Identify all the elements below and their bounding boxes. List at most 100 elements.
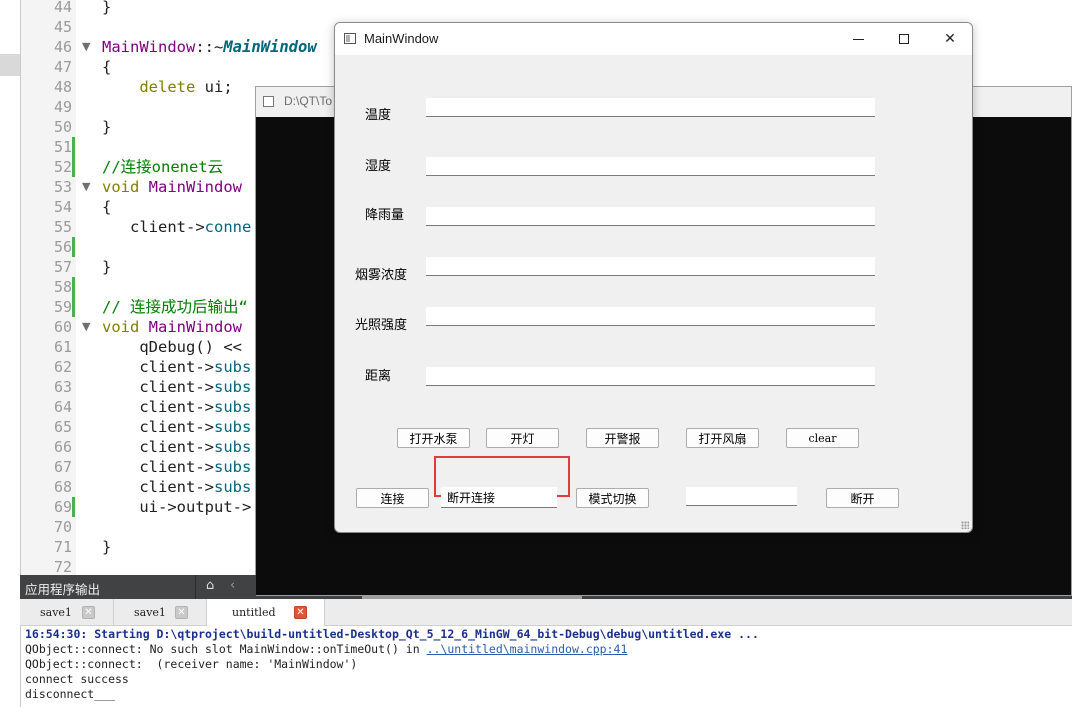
light-on-button[interactable]: 开灯 — [486, 428, 559, 448]
line-number: 64 — [53, 398, 72, 416]
humidity-field[interactable] — [426, 157, 875, 176]
rainfall-field[interactable] — [426, 207, 875, 226]
main-window-titlebar[interactable]: MainWindow ✕ — [335, 23, 972, 55]
code-token: client-> — [102, 418, 214, 436]
tab-label: untitled — [232, 606, 276, 619]
line-number: 59 — [53, 298, 72, 316]
extra-input-field[interactable] — [686, 487, 797, 506]
alarm-on-button[interactable]: 开警报 — [586, 428, 659, 448]
disconnect-label: 断开 — [850, 491, 875, 506]
line-number: 60 — [53, 318, 72, 336]
source-link[interactable]: ..\untitled\mainwindow.cpp:41 — [427, 642, 628, 656]
code-token: delete — [102, 78, 196, 96]
line-number: 71 — [53, 538, 72, 556]
main-window-client: 温度 湿度 降雨量 烟雾浓度 光照强度 距离 打开水泵 开灯 开警报 打开风扇 … — [335, 55, 972, 532]
line-number: 61 — [53, 338, 72, 356]
tab-save1-a[interactable]: save1 ✕ — [20, 599, 114, 626]
line-number: 55 — [53, 218, 72, 236]
fold-arrow-icon[interactable]: ▼ — [82, 317, 90, 337]
code-token: ::~ — [195, 38, 224, 56]
change-marker — [72, 137, 75, 157]
minimize-button[interactable] — [835, 23, 881, 55]
code-line: client->subs — [102, 377, 251, 397]
disconnect-button[interactable]: 断开 — [826, 488, 899, 508]
change-marker — [72, 497, 75, 517]
resize-grip[interactable] — [961, 521, 969, 529]
application-output[interactable]: 16:54:30: Starting D:\qtproject\build-un… — [20, 626, 1072, 707]
label-light-intensity: 光照强度 — [355, 318, 408, 333]
line-number: 65 — [53, 418, 72, 436]
connection-status-field[interactable]: 断开连接 — [441, 487, 557, 508]
code-line: client->conne — [102, 217, 251, 237]
label-temperature: 温度 — [365, 108, 392, 123]
window-title: MainWindow — [364, 31, 439, 46]
output-line: disconnect___ — [25, 687, 116, 701]
line-number: 72 — [53, 558, 72, 576]
code-token: ui; — [195, 78, 233, 96]
code-line: qDebug() << — [102, 337, 242, 357]
code-line: delete ui; — [102, 77, 233, 97]
tab-save1-b[interactable]: save1 ✕ — [114, 599, 207, 626]
code-token: MainWindow — [102, 38, 196, 56]
output-line-text: QObject::connect: No such slot MainWindo… — [25, 642, 427, 656]
light-on-label: 开灯 — [510, 431, 535, 446]
fold-arrow-icon[interactable]: ▼ — [82, 177, 90, 197]
close-icon[interactable]: ✕ — [82, 606, 95, 619]
distance-field[interactable] — [426, 367, 875, 386]
line-number: 54 — [53, 198, 72, 216]
code-token: void — [102, 318, 140, 336]
output-line: 16:54:30: Starting D:\qtproject\build-un… — [25, 627, 759, 641]
code-line: // 连接成功后输出“ — [102, 297, 248, 317]
tab-untitled[interactable]: untitled ✕ — [207, 599, 325, 626]
code-token: qDebug() << — [102, 338, 242, 356]
code-token: //连接onenet云 — [102, 158, 224, 176]
chevron-left-icon[interactable]: ‹ — [230, 578, 235, 593]
fan-on-button[interactable]: 打开风扇 — [686, 428, 759, 448]
code-line: } — [102, 257, 111, 277]
code-token: conne — [204, 218, 252, 236]
code-line: } — [102, 0, 111, 17]
code-token: MainWindow — [139, 178, 242, 196]
code-token: ui->output-> — [102, 498, 252, 516]
code-line: //连接onenet云 — [102, 157, 223, 177]
minimize-icon — [852, 38, 864, 40]
code-line: } — [102, 537, 111, 557]
smoke-density-field[interactable] — [426, 257, 875, 276]
close-icon[interactable]: ✕ — [294, 606, 307, 619]
connect-button[interactable]: 连接 — [356, 488, 429, 508]
output-pane-title: 应用程序输出 — [25, 582, 101, 597]
maximize-button[interactable] — [881, 23, 927, 55]
tab-label: save1 — [134, 606, 166, 619]
close-button[interactable]: ✕ — [927, 23, 972, 55]
main-window[interactable]: MainWindow ✕ 温度 湿度 降雨量 烟雾浓度 光照强度 距离 打开水泵… — [334, 22, 973, 533]
light-intensity-field[interactable] — [426, 307, 875, 326]
alarm-on-label: 开警报 — [604, 431, 641, 446]
code-token: client-> — [102, 458, 214, 476]
code-token: MainWindow — [139, 318, 242, 336]
code-line: client->subs — [102, 477, 251, 497]
mode-switch-button[interactable]: 模式切换 — [576, 488, 649, 508]
close-icon[interactable]: ✕ — [175, 606, 188, 619]
pump-on-button[interactable]: 打开水泵 — [397, 428, 470, 448]
code-token: client-> — [102, 438, 214, 456]
code-token: client-> — [102, 378, 214, 396]
code-token: subs — [213, 418, 252, 436]
line-number: 69 — [53, 498, 72, 516]
clear-button[interactable]: clear — [786, 428, 859, 448]
code-line: ui->output-> — [102, 497, 251, 517]
code-token: } — [102, 0, 112, 16]
clear-output-icon[interactable]: ⌂ — [206, 578, 214, 593]
change-marker — [72, 237, 75, 257]
line-number: 46 — [53, 38, 72, 56]
console-app-icon — [263, 96, 274, 107]
code-token: subs — [213, 438, 252, 456]
temperature-field[interactable] — [426, 98, 875, 117]
code-token: { — [102, 58, 112, 76]
fold-arrow-icon[interactable]: ▼ — [82, 37, 90, 57]
line-number: 47 — [53, 58, 72, 76]
code-token: client-> — [102, 478, 214, 496]
mode-switch-label: 模式切换 — [588, 491, 637, 506]
code-line: { — [102, 197, 111, 217]
window-app-icon — [344, 33, 356, 44]
code-token: void — [102, 178, 140, 196]
